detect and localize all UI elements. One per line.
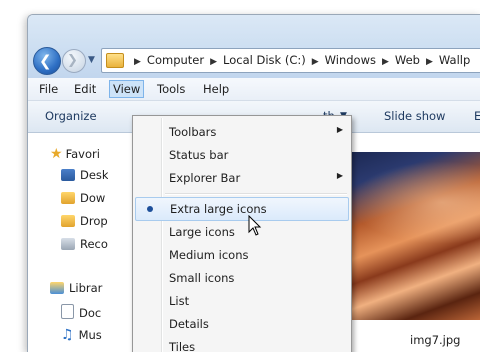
breadcrumb-separator-icon[interactable]: ▶ bbox=[426, 57, 433, 67]
downloads-folder-icon bbox=[61, 192, 75, 204]
menu-bar: File Edit View Tools Help bbox=[28, 78, 480, 101]
nav-documents[interactable]: Doc bbox=[61, 304, 101, 320]
nav-favorites[interactable]: ★ Favori bbox=[50, 146, 100, 162]
nav-downloads[interactable]: Dow bbox=[61, 191, 105, 205]
address-bar[interactable]: ▶ Computer ▶ Local Disk (C:) ▶ Windows ▶ Web ▶ Wa… bbox=[101, 48, 480, 73]
navigation-pane: ★ Favori Desk Dow Drop Reco Librar Doc ♫ M… bbox=[28, 133, 109, 352]
breadcrumb-separator-icon[interactable]: ▶ bbox=[312, 57, 319, 67]
menu-item-status-bar[interactable]: Status bar bbox=[135, 144, 349, 166]
menu-edit[interactable]: Edit bbox=[71, 81, 99, 97]
thumbnail-caption[interactable]: img7.jpg bbox=[410, 333, 460, 347]
star-icon: ★ bbox=[50, 146, 63, 162]
menu-item-large-icons[interactable]: Large icons bbox=[135, 221, 349, 243]
recent-places-icon bbox=[61, 238, 75, 250]
breadcrumb-separator-icon[interactable]: ▶ bbox=[382, 57, 389, 67]
documents-icon bbox=[61, 304, 74, 319]
nav-dropbox[interactable]: Drop bbox=[61, 214, 108, 228]
nav-libraries[interactable]: Librar bbox=[50, 281, 102, 295]
menu-separator bbox=[165, 193, 347, 195]
forward-arrow-icon: ❯ bbox=[67, 53, 78, 68]
nav-desktop[interactable]: Desk bbox=[61, 168, 109, 182]
menu-item-details[interactable]: Details bbox=[135, 313, 349, 335]
breadcrumb-windows[interactable]: Windows bbox=[325, 53, 376, 67]
dropbox-folder-icon bbox=[61, 215, 75, 227]
menu-view[interactable]: View bbox=[109, 80, 145, 98]
menu-item-toolbars[interactable]: Toolbars ▶ bbox=[135, 121, 349, 143]
recent-pages-dropdown-icon[interactable]: ▼ bbox=[88, 55, 95, 65]
nav-recent[interactable]: Reco bbox=[61, 237, 108, 251]
folder-icon bbox=[106, 53, 124, 68]
mouse-cursor-icon bbox=[248, 215, 262, 236]
desktop-icon bbox=[61, 169, 75, 181]
breadcrumb-separator-icon[interactable]: ▶ bbox=[134, 57, 141, 67]
breadcrumb-local-disk[interactable]: Local Disk (C:) bbox=[223, 53, 306, 67]
radio-bullet-icon bbox=[147, 206, 153, 212]
forward-button[interactable]: ❯ bbox=[62, 49, 86, 73]
slideshow-button[interactable]: Slide show bbox=[384, 109, 445, 123]
menu-item-medium-icons[interactable]: Medium icons bbox=[135, 244, 349, 266]
breadcrumb: ▶ Computer ▶ Local Disk (C:) ▶ Windows ▶ Web ▶ Wa… bbox=[128, 53, 470, 67]
libraries-icon bbox=[50, 282, 64, 294]
nav-music[interactable]: ♫ Mus bbox=[61, 327, 102, 343]
breadcrumb-wallpaper[interactable]: Wallp bbox=[439, 53, 470, 67]
breadcrumb-separator-icon[interactable]: ▶ bbox=[210, 57, 217, 67]
title-bar: ❮ ❯ ▼ ▶ Computer ▶ Local Disk (C:) ▶ Windows ▶… bbox=[28, 15, 480, 78]
menu-file[interactable]: File bbox=[36, 81, 61, 97]
breadcrumb-computer[interactable]: Computer bbox=[147, 53, 204, 67]
menu-item-tiles[interactable]: Tiles bbox=[135, 336, 349, 352]
submenu-arrow-icon: ▶ bbox=[336, 125, 343, 134]
organize-button[interactable]: Organize bbox=[45, 109, 97, 123]
menu-tools[interactable]: Tools bbox=[154, 81, 188, 97]
toolbar-edge-fragment[interactable]: E bbox=[474, 109, 480, 123]
view-menu-dropdown: Toolbars ▶ Status bar Explorer Bar ▶ Ext… bbox=[132, 115, 352, 352]
explorer-window: ❮ ❯ ▼ ▶ Computer ▶ Local Disk (C:) ▶ Windows ▶… bbox=[27, 14, 480, 352]
menu-help[interactable]: Help bbox=[200, 81, 232, 97]
menu-item-small-icons[interactable]: Small icons bbox=[135, 267, 349, 289]
submenu-arrow-icon: ▶ bbox=[336, 171, 343, 180]
menu-item-explorer-bar[interactable]: Explorer Bar ▶ bbox=[135, 167, 349, 189]
back-button[interactable]: ❮ bbox=[33, 47, 61, 75]
back-arrow-icon: ❮ bbox=[39, 52, 52, 70]
breadcrumb-web[interactable]: Web bbox=[395, 53, 420, 67]
music-note-icon: ♫ bbox=[61, 327, 74, 343]
menu-item-list[interactable]: List bbox=[135, 290, 349, 312]
menu-item-extra-large-icons[interactable]: Extra large icons bbox=[135, 197, 349, 221]
